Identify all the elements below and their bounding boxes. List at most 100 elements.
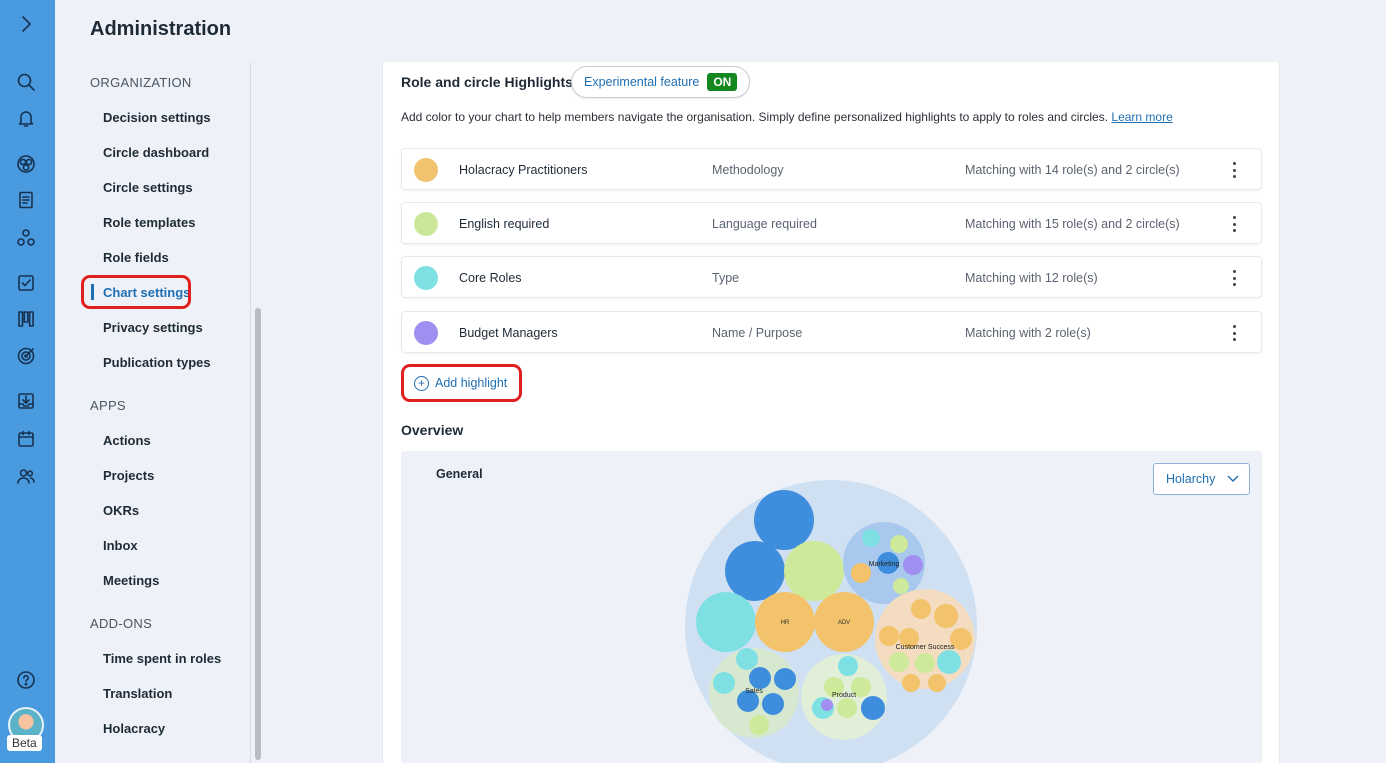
role-bubble[interactable] [862, 529, 880, 547]
role-bubble[interactable] [736, 648, 758, 670]
nav-item-circle-settings[interactable]: Circle settings [103, 180, 193, 195]
product-label: Product [832, 692, 856, 699]
role-bubble[interactable] [890, 535, 908, 553]
chevron-down-icon [1227, 475, 1239, 482]
nav-item-holacracy[interactable]: Holacracy [103, 721, 165, 736]
nav-item-role-fields[interactable]: Role fields [103, 250, 169, 265]
search-icon[interactable] [15, 71, 37, 93]
role-bubble[interactable] [774, 668, 796, 690]
add-highlight-button[interactable]: + Add highlight [401, 364, 522, 402]
role-bubble[interactable] [696, 592, 756, 652]
nav-section-apps: APPS [90, 398, 126, 413]
highlight-color-swatch [414, 266, 438, 290]
more-options-icon[interactable] [1226, 268, 1242, 288]
role-bubble[interactable] [915, 653, 935, 673]
highlight-match-count: Matching with 15 role(s) and 2 circle(s) [965, 217, 1180, 231]
beta-badge: Beta [7, 735, 42, 751]
kanban-icon[interactable] [15, 308, 37, 330]
role-bubble[interactable] [762, 693, 784, 715]
highlight-color-swatch [414, 321, 438, 345]
experimental-feature-label: Experimental feature [584, 75, 700, 89]
highlight-name: Holacracy Practitioners [459, 163, 588, 177]
overview-title: Overview [401, 422, 464, 438]
role-bubble[interactable] [903, 555, 923, 575]
role-bubble[interactable] [754, 490, 814, 550]
highlight-color-swatch [414, 158, 438, 182]
users-icon[interactable] [15, 465, 37, 487]
highlight-color-swatch [414, 212, 438, 236]
nav-item-inbox[interactable]: Inbox [103, 538, 138, 553]
role-bubble[interactable] [749, 667, 771, 689]
hr-label: HR [781, 620, 790, 626]
learn-more-link[interactable]: Learn more [1111, 110, 1172, 124]
nav-section-organization: ORGANIZATION [90, 75, 192, 90]
inbox-icon[interactable] [15, 390, 37, 412]
help-icon[interactable] [15, 669, 37, 691]
adv-label: ADV [838, 620, 850, 626]
nav-item-time-spent-in-roles[interactable]: Time spent in roles [103, 651, 221, 666]
nav-section-add-ons: ADD-ONS [90, 616, 153, 631]
role-bubble[interactable] [934, 604, 958, 628]
user-avatar-area[interactable]: Beta [6, 707, 46, 751]
nav-item-actions[interactable]: Actions [103, 433, 151, 448]
highlight-row[interactable]: English required Language required Match… [401, 202, 1262, 244]
view-select-value: Holarchy [1166, 472, 1216, 486]
role-bubble[interactable] [889, 652, 909, 672]
chart-icon[interactable] [15, 153, 37, 175]
nav-item-role-templates[interactable]: Role templates [103, 215, 195, 230]
checkbox-icon[interactable] [15, 272, 37, 294]
highlight-row[interactable]: Core Roles Type Matching with 12 role(s) [401, 256, 1262, 298]
highlight-row[interactable]: Budget Managers Name / Purpose Matching … [401, 311, 1262, 353]
circles-icon[interactable] [15, 227, 37, 249]
nav-item-publication-types[interactable]: Publication types [103, 355, 211, 370]
calendar-icon[interactable] [15, 428, 37, 450]
role-bubble[interactable] [911, 599, 931, 619]
highlight-row[interactable]: Holacracy Practitioners Methodology Matc… [401, 148, 1262, 190]
page-title: Administration [90, 18, 232, 40]
highlight-criteria: Type [712, 271, 740, 285]
role-bubble[interactable] [893, 578, 909, 594]
target-icon[interactable] [15, 345, 37, 367]
nav-item-privacy-settings[interactable]: Privacy settings [103, 320, 203, 335]
highlight-name: Budget Managers [459, 326, 558, 340]
role-bubble[interactable] [861, 696, 885, 720]
highlight-match-count: Matching with 12 role(s) [965, 271, 1098, 285]
experimental-feature-toggle[interactable]: Experimental feature ON [571, 66, 751, 98]
plus-circle-icon: + [414, 375, 429, 391]
highlight-criteria: Methodology [712, 163, 784, 177]
more-options-icon[interactable] [1226, 160, 1242, 180]
role-bubble[interactable] [838, 656, 858, 676]
role-bubble[interactable] [821, 699, 833, 711]
highlights-description: Add color to your chart to help members … [401, 110, 1173, 124]
role-bubble[interactable] [937, 650, 961, 674]
role-bubble[interactable] [784, 541, 844, 601]
role-bubble[interactable] [749, 715, 769, 735]
highlight-match-count: Matching with 2 role(s) [965, 326, 1091, 340]
highlights-title: Role and circle Highlights [401, 74, 573, 90]
nav-divider [250, 62, 251, 763]
document-icon[interactable] [15, 189, 37, 211]
nav-item-meetings[interactable]: Meetings [103, 573, 159, 588]
nav-item-decision-settings[interactable]: Decision settings [103, 110, 211, 125]
more-options-icon[interactable] [1226, 323, 1242, 343]
nav-item-circle-dashboard[interactable]: Circle dashboard [103, 145, 209, 160]
holarchy-chart[interactable]: HR ADV Marketing Customer Success Sales … [401, 451, 1262, 763]
expand-chevron-icon[interactable] [15, 13, 37, 35]
view-select[interactable]: Holarchy [1153, 463, 1250, 495]
role-bubble[interactable] [928, 674, 946, 692]
nav-item-okrs[interactable]: OKRs [103, 503, 139, 518]
toggle-on-badge[interactable]: ON [707, 73, 738, 91]
bell-icon[interactable] [15, 107, 37, 129]
highlight-name: Core Roles [459, 271, 522, 285]
nav-scrollbar-thumb[interactable] [255, 308, 261, 760]
role-bubble[interactable] [837, 698, 857, 718]
role-bubble[interactable] [713, 672, 735, 694]
role-bubble[interactable] [902, 674, 920, 692]
nav-item-translation[interactable]: Translation [103, 686, 172, 701]
add-highlight-label: Add highlight [435, 376, 508, 390]
overview-chart-area: HR ADV Marketing Customer Success Sales … [401, 451, 1262, 763]
nav-item-projects[interactable]: Projects [103, 468, 154, 483]
role-bubble[interactable] [725, 541, 785, 601]
more-options-icon[interactable] [1226, 214, 1242, 234]
role-bubble[interactable] [879, 626, 899, 646]
